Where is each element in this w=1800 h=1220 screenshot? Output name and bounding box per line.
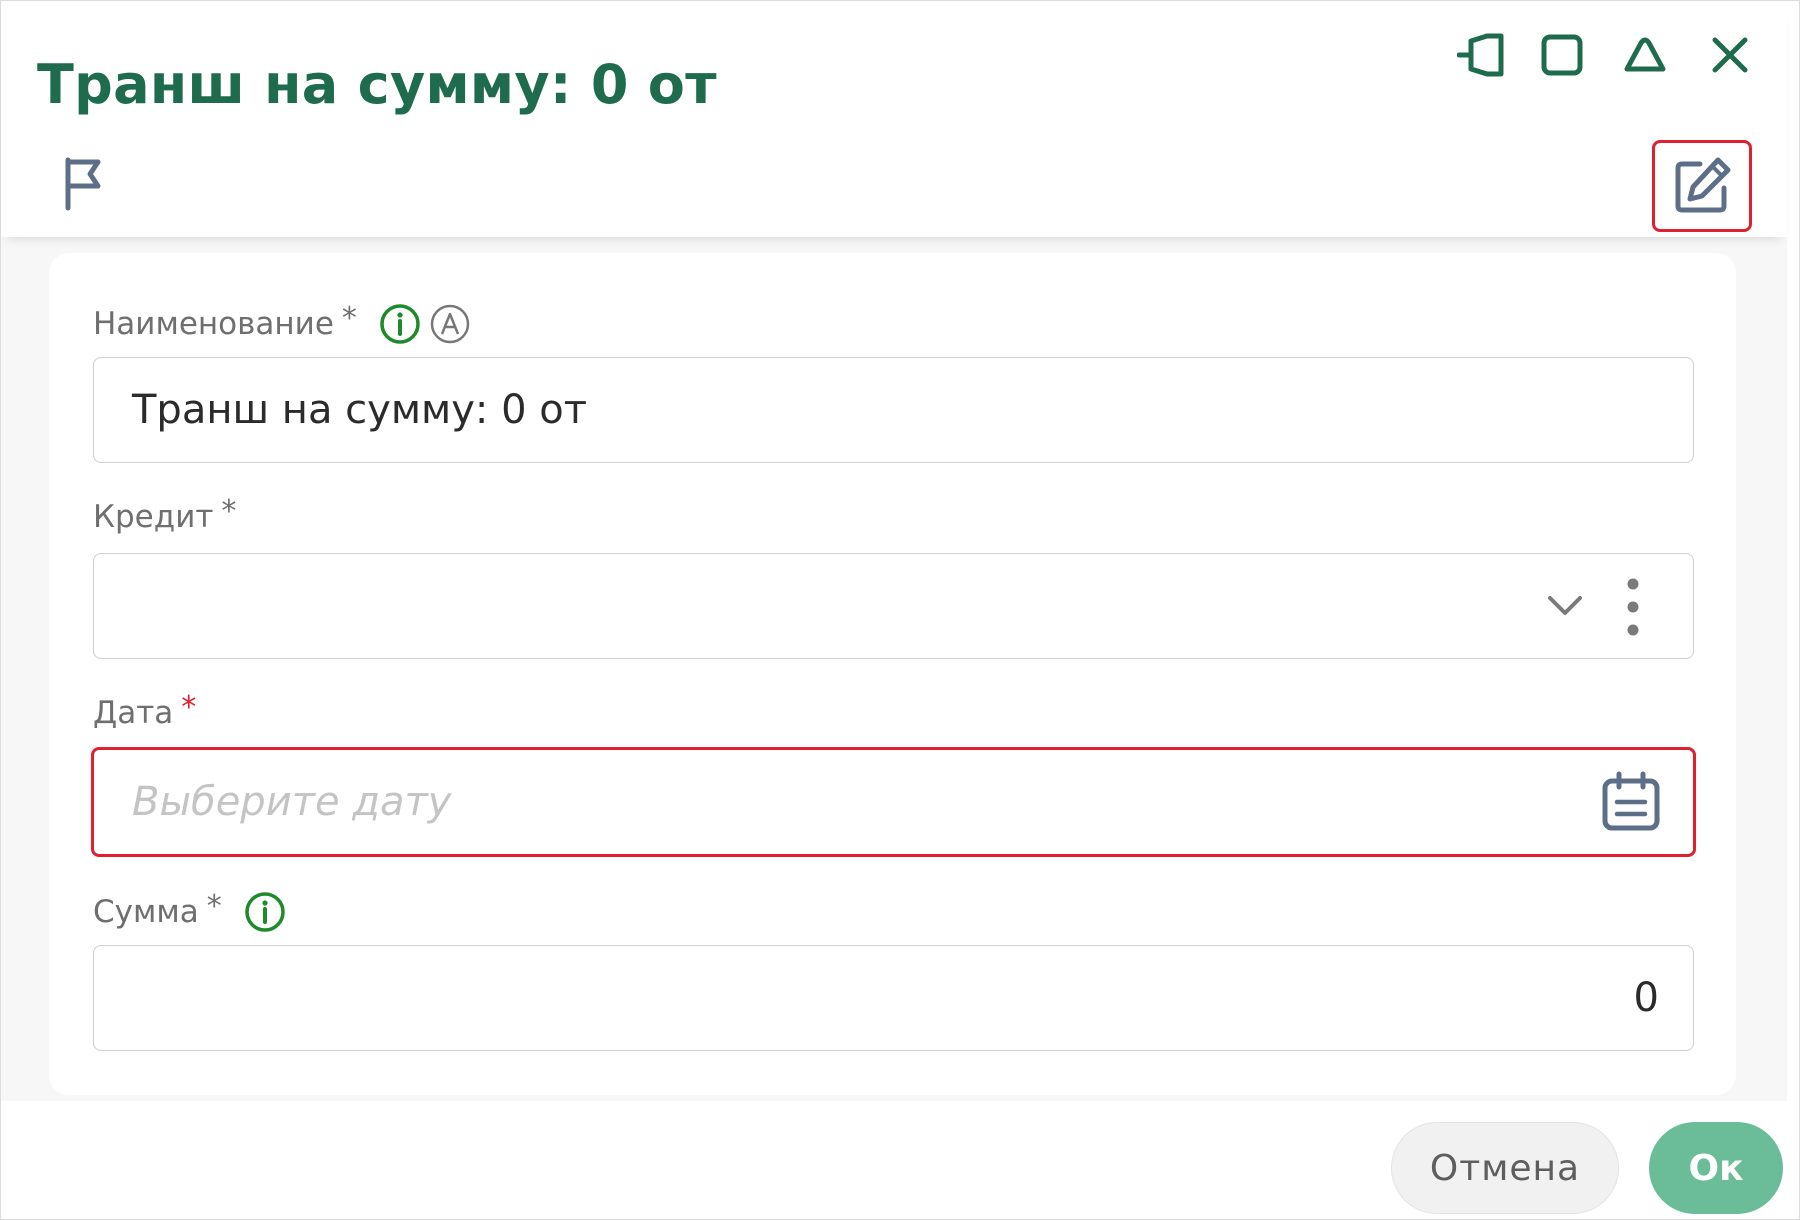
pin-icon — [1457, 33, 1504, 77]
date-input-placeholder: Выберите дату — [132, 779, 452, 825]
edit-icon — [1675, 157, 1731, 213]
name-label-text: Наименование — [93, 306, 334, 342]
ok-button[interactable]: Ок — [1649, 1122, 1783, 1214]
pin-window-button[interactable] — [1453, 25, 1513, 85]
collapse-icon — [1624, 37, 1666, 72]
info-icon[interactable] — [244, 891, 286, 933]
required-marker: * — [341, 300, 357, 336]
date-label: Дата * — [93, 690, 196, 732]
cancel-button[interactable]: Отмена — [1391, 1122, 1619, 1214]
flag-icon — [65, 157, 101, 211]
date-label-text: Дата — [93, 695, 174, 731]
name-label: Наименование * — [93, 300, 471, 345]
required-marker: * — [221, 493, 237, 529]
sum-input-value: 0 — [1633, 975, 1659, 1021]
info-icon[interactable] — [379, 303, 421, 345]
more-options-icon[interactable] — [1623, 576, 1643, 642]
chevron-down-icon[interactable] — [1545, 588, 1585, 628]
required-marker: * — [206, 888, 222, 924]
collapse-window-button[interactable] — [1615, 25, 1675, 85]
maximize-icon — [1541, 34, 1583, 76]
credit-label: Кредит * — [93, 494, 236, 536]
dialog-header: Транш на сумму: 0 от — [1, 1, 1787, 237]
close-window-button[interactable] — [1700, 25, 1760, 85]
edit-mode-button[interactable] — [1652, 140, 1752, 232]
sum-label: Сумма * — [93, 888, 286, 933]
sum-label-text: Сумма — [93, 894, 199, 930]
credit-label-text: Кредит — [93, 499, 214, 535]
auto-name-icon[interactable] — [429, 303, 471, 345]
credit-select[interactable] — [93, 553, 1694, 659]
close-icon — [1712, 37, 1748, 73]
name-input-value: Транш на сумму: 0 от — [132, 387, 587, 433]
flag-button[interactable] — [53, 149, 113, 219]
sum-input[interactable]: 0 — [93, 945, 1694, 1051]
date-input[interactable]: Выберите дату — [91, 747, 1696, 857]
dialog-title: Транш на сумму: 0 от — [37, 53, 717, 116]
required-marker-error: * — [181, 689, 197, 725]
record-dialog: Транш на сумму: 0 от Наименование * Тран… — [0, 0, 1800, 1220]
calendar-icon[interactable] — [1599, 770, 1663, 838]
maximize-window-button[interactable] — [1532, 25, 1592, 85]
name-input[interactable]: Транш на сумму: 0 от — [93, 357, 1694, 463]
